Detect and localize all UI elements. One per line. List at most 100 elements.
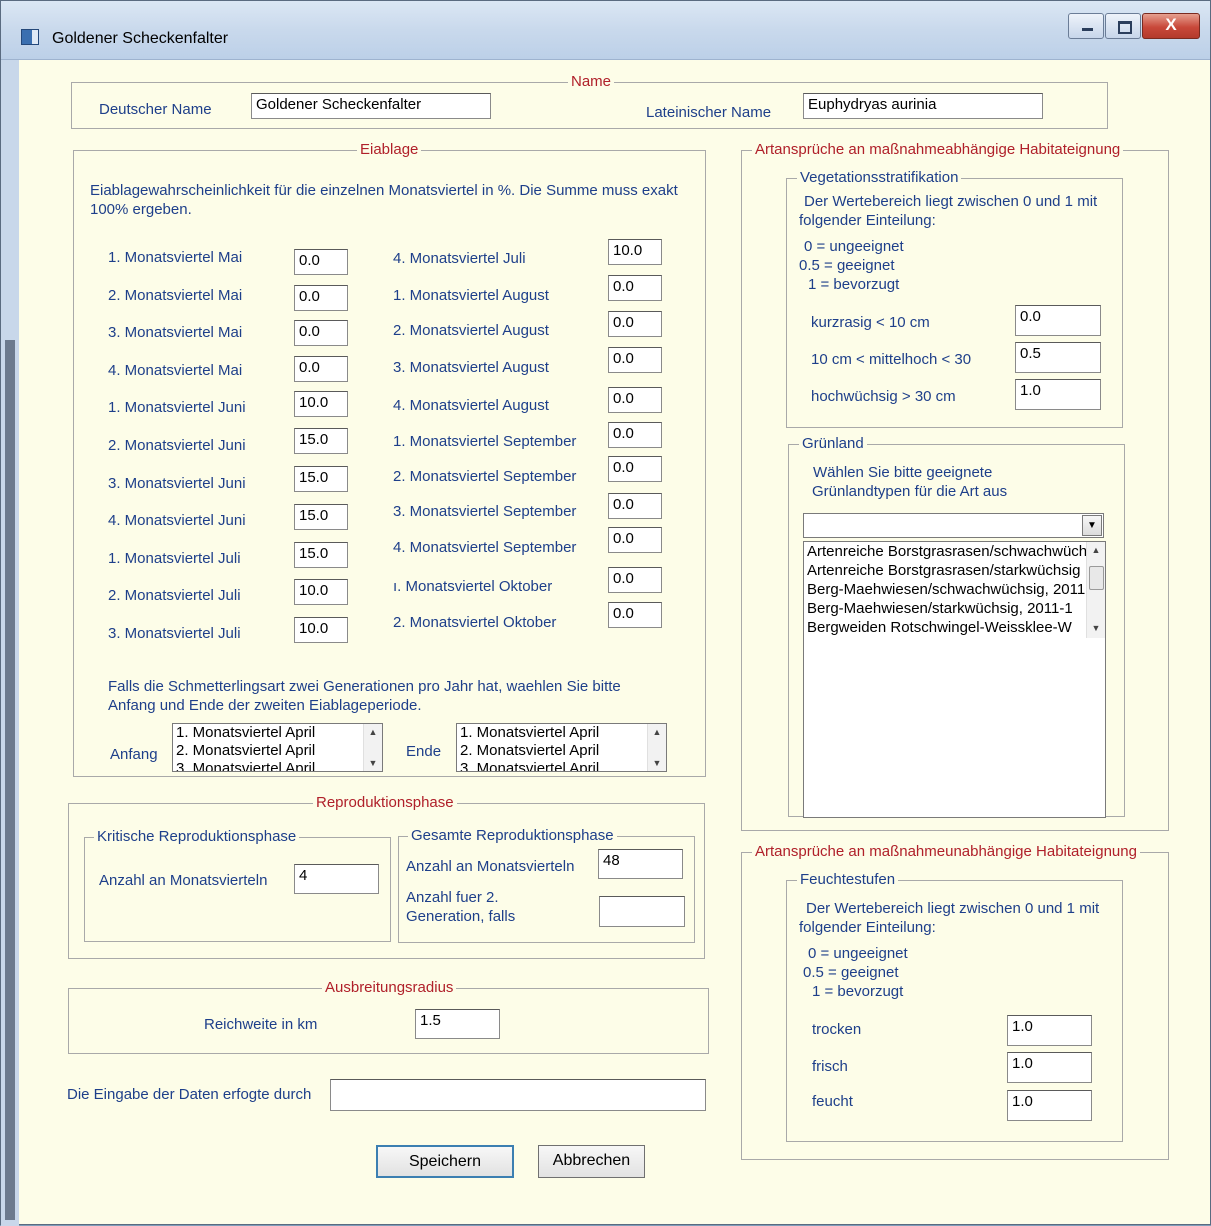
value-input[interactable]: 0.0 <box>608 422 662 448</box>
list-item[interactable]: Artenreiche Borstgrasrasen/starkwüchsig <box>804 561 1085 580</box>
latin-name-input[interactable]: Euphydryas aurinia <box>803 93 1043 119</box>
value-input[interactable]: 1.0 <box>1007 1090 1092 1121</box>
value-input[interactable]: 1.0 <box>1007 1015 1092 1046</box>
feucht-title: Feuchtestufen <box>797 870 899 890</box>
reach-input[interactable]: 1.5 <box>415 1009 500 1039</box>
row-label: feucht <box>812 1093 853 1110</box>
total-count-input[interactable]: 48 <box>598 849 683 879</box>
scroll-up-icon[interactable]: ▲ <box>648 724 666 740</box>
veg-scale-1: 1 = bevorzugt <box>808 276 900 293</box>
gruen-desc-1: Wählen Sie bitte geeignete <box>813 464 993 481</box>
cancel-button[interactable]: Abbrechen <box>538 1145 645 1178</box>
row-label: 1. Monatsviertel Juni <box>108 399 246 416</box>
chevron-down-icon[interactable]: ▼ <box>1082 515 1102 536</box>
list-item[interactable]: Berg-Maehwiesen/starkwüchsig, 2011-1 <box>804 599 1085 618</box>
value-input[interactable]: 0.0 <box>608 311 662 337</box>
list-item[interactable]: 1. Monatsviertel April <box>173 724 382 742</box>
value-input[interactable]: 0.0 <box>608 456 662 482</box>
close-button[interactable]: X <box>1142 13 1200 39</box>
row-label: 10 cm < mittelhoch < 30 <box>811 351 972 368</box>
close-icon: X <box>1165 15 1177 34</box>
value-input[interactable]: 0.0 <box>608 387 662 413</box>
value-input[interactable]: 15.0 <box>294 428 348 454</box>
save-button[interactable]: Speichern <box>376 1145 514 1178</box>
row-label: 3. Monatsviertel Mai <box>108 324 243 341</box>
list-item[interactable]: Bergweiden Rotschwingel-Weissklee-W <box>804 618 1085 637</box>
row-label: 4. Monatsviertel Juli <box>393 250 526 267</box>
list-item[interactable]: 1. Monatsviertel April <box>457 724 666 742</box>
value-input[interactable]: 10.0 <box>294 617 348 643</box>
critical-count-input[interactable]: 4 <box>294 864 379 894</box>
habitat-dependent-title: Artansprüche an maßnahmeabhängige Habita… <box>752 140 1124 160</box>
critical-reproduction-title: Kritische Reproduktionsphase <box>94 827 300 847</box>
scroll-down-icon[interactable]: ▼ <box>1087 620 1105 636</box>
eiablage-group-title: Eiablage <box>357 140 422 160</box>
value-input[interactable]: 0.0 <box>608 602 662 628</box>
row-label: 3. Monatsviertel September <box>393 503 577 520</box>
value-input[interactable]: 10.0 <box>294 391 348 417</box>
gruenland-combobox[interactable]: ▼ <box>803 513 1104 538</box>
list-item[interactable]: 3. Monatsviertel April <box>457 760 666 771</box>
second-gen-count-input[interactable] <box>599 896 685 927</box>
value-input[interactable]: 0.0 <box>294 285 348 311</box>
scroll-down-icon[interactable]: ▼ <box>364 755 382 771</box>
list-item[interactable]: Berg-Maehwiesen/schwachwüchsig, 2011 <box>804 580 1085 599</box>
name-group-title: Name <box>568 72 615 92</box>
row-label: 2. Monatsviertel September <box>393 468 577 485</box>
value-input[interactable]: 15.0 <box>294 466 348 492</box>
app-icon <box>21 29 39 45</box>
scroll-thumb[interactable] <box>1089 566 1104 590</box>
value-input[interactable]: 15.0 <box>294 504 348 530</box>
value-input[interactable]: 0.0 <box>294 249 348 275</box>
ende-listbox[interactable]: 1. Monatsviertel April 2. Monatsviertel A… <box>456 723 667 772</box>
scroll-up-icon[interactable]: ▲ <box>1087 542 1105 558</box>
value-input[interactable]: 1.0 <box>1007 1052 1092 1083</box>
value-input[interactable]: 0.0 <box>608 567 662 593</box>
scroll-up-icon[interactable]: ▲ <box>364 724 382 740</box>
value-input[interactable]: 0.0 <box>608 527 662 553</box>
list-item[interactable]: Artenreiche Borstgrasrasen/schwachwüchsi… <box>804 542 1105 561</box>
spread-radius-title: Ausbreitungsradius <box>322 978 457 998</box>
list-item[interactable]: 2. Monatsviertel April <box>457 742 666 760</box>
row-label: frisch <box>812 1058 848 1075</box>
veg-desc-2: folgender Einteilung: <box>799 212 936 229</box>
value-input[interactable]: 0.0 <box>608 493 662 519</box>
entry-by-input[interactable] <box>330 1079 706 1111</box>
list-item[interactable]: 2. Monatsviertel April <box>173 742 382 760</box>
value-input[interactable]: 0.0 <box>608 275 662 301</box>
value-input[interactable]: 10.0 <box>608 239 662 265</box>
gruenland-scrollbar[interactable]: ▲ ▼ <box>1086 542 1105 638</box>
anfang-listbox[interactable]: 1. Monatsviertel April 2. Monatsviertel A… <box>172 723 383 772</box>
minimize-button[interactable] <box>1068 13 1104 39</box>
feucht-desc-2: folgender Einteilung: <box>799 919 936 936</box>
title-bar[interactable]: Goldener Scheckenfalter X <box>1 1 1210 60</box>
value-input[interactable]: 0.5 <box>1015 342 1101 373</box>
left-border <box>1 60 19 1226</box>
german-name-label: Deutscher Name <box>99 101 212 118</box>
gruen-desc-2: Grünlandtypen für die Art aus <box>812 483 1008 500</box>
value-input[interactable]: 15.0 <box>294 542 348 568</box>
german-name-input[interactable]: Goldener Scheckenfalter <box>251 93 491 119</box>
second-gen-count-label-2: Generation, falls <box>406 908 516 925</box>
row-label: kurzrasig < 10 cm <box>811 314 930 331</box>
anfang-scrollbar[interactable]: ▲ ▼ <box>363 724 382 771</box>
scroll-down-icon[interactable]: ▼ <box>648 755 666 771</box>
gruenland-listbox[interactable]: Artenreiche Borstgrasrasen/schwachwüchsi… <box>803 541 1106 818</box>
value-input[interactable]: 1.0 <box>1015 379 1101 410</box>
list-item[interactable]: 3. Monatsviertel April <box>173 760 382 771</box>
critical-count-label: Anzahl an Monatsvierteln <box>99 872 268 889</box>
maximize-button[interactable] <box>1105 13 1141 39</box>
value-input[interactable]: 10.0 <box>294 579 348 605</box>
row-label: 2. Monatsviertel Oktober <box>393 614 557 631</box>
value-input[interactable]: 0.0 <box>294 320 348 346</box>
anfang-label: Anfang <box>110 746 158 763</box>
window-title: Goldener Scheckenfalter <box>52 30 229 47</box>
second-generation-text: Falls die Schmetterlingsart zwei Generat… <box>108 678 621 714</box>
reproduction-group-title: Reproduktionsphase <box>313 793 457 813</box>
value-input[interactable]: 0.0 <box>608 347 662 373</box>
ende-scrollbar[interactable]: ▲ ▼ <box>647 724 666 771</box>
row-label: 2. Monatsviertel August <box>393 322 549 339</box>
value-input[interactable]: 0.0 <box>1015 305 1101 336</box>
second-gen-count-label-1: Anzahl fuer 2. <box>406 889 499 906</box>
value-input[interactable]: 0.0 <box>294 356 348 382</box>
